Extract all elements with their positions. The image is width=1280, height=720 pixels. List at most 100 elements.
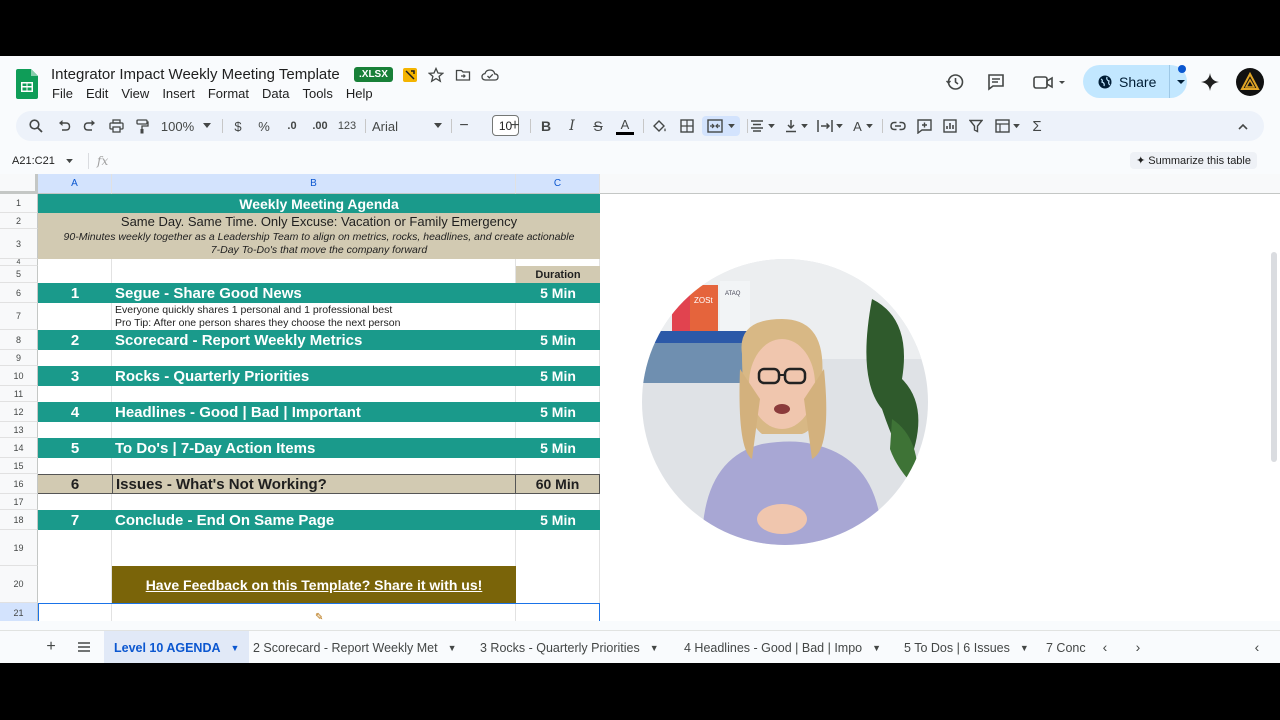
star-icon[interactable] bbox=[427, 66, 445, 84]
borders-icon[interactable] bbox=[677, 116, 697, 136]
menu-help[interactable]: Help bbox=[346, 86, 373, 101]
agenda-item-topic[interactable]: To Do's | 7-Day Action Items bbox=[112, 438, 516, 458]
text-color-icon[interactable]: A bbox=[615, 116, 635, 136]
agenda-item-topic[interactable]: Rocks - Quarterly Priorities bbox=[112, 366, 516, 386]
sheet-tab-level-10-agenda[interactable]: Level 10 AGENDA ▼ bbox=[104, 631, 250, 663]
row-header[interactable]: 8 bbox=[0, 330, 38, 350]
print-icon[interactable] bbox=[106, 116, 126, 136]
column-header-b[interactable]: B bbox=[112, 174, 516, 194]
sheet-tab-todos-issues[interactable]: 5 To Dos | 6 Issues ▼ bbox=[894, 631, 1039, 663]
agenda-item-number[interactable]: 2 bbox=[38, 330, 112, 350]
row-header[interactable]: 15 bbox=[0, 458, 38, 474]
meet-video-icon[interactable] bbox=[1030, 70, 1070, 94]
share-dropdown-icon[interactable] bbox=[1176, 77, 1186, 87]
select-all-corner[interactable] bbox=[0, 174, 38, 194]
agenda-item-duration[interactable]: 5 Min bbox=[516, 402, 600, 422]
cloud-saved-icon[interactable] bbox=[481, 66, 499, 84]
paint-format-icon[interactable] bbox=[132, 116, 152, 136]
duration-header[interactable]: Duration bbox=[516, 266, 600, 283]
agenda-item-number[interactable]: 3 bbox=[38, 366, 112, 386]
row-header[interactable]: 20 bbox=[0, 566, 38, 603]
decrease-decimal-button[interactable]: .0 bbox=[282, 116, 302, 136]
spreadsheet-grid[interactable]: A B C 1 2 3 4 5 6 7 8 9 10 11 12 13 14 1… bbox=[0, 174, 1280, 621]
decrease-font-size-icon[interactable]: − bbox=[457, 116, 471, 136]
row-header[interactable]: 4 bbox=[0, 259, 38, 266]
agenda-item-topic[interactable]: Headlines - Good | Bad | Important bbox=[112, 402, 516, 422]
agenda-item-topic[interactable]: Conclude - End On Same Page bbox=[112, 510, 516, 530]
row-header[interactable]: 12 bbox=[0, 402, 38, 422]
agenda-item-number[interactable]: 1 bbox=[38, 283, 112, 303]
row-header[interactable]: 1 bbox=[0, 194, 38, 213]
vertical-align-icon[interactable] bbox=[783, 116, 809, 136]
sheet-tab-rocks[interactable]: 3 Rocks - Quarterly Priorities ▼ bbox=[470, 631, 669, 663]
agenda-item-duration[interactable]: 5 Min bbox=[516, 283, 600, 303]
search-menus-icon[interactable] bbox=[26, 116, 46, 136]
row-header[interactable]: 19 bbox=[0, 530, 38, 566]
agenda-subtitle[interactable]: Same Day. Same Time. Only Excuse: Vacati… bbox=[38, 213, 600, 229]
account-avatar[interactable] bbox=[1236, 68, 1264, 96]
vertical-scrollbar[interactable] bbox=[1271, 252, 1277, 462]
agenda-item-duration[interactable]: 60 Min bbox=[516, 474, 600, 494]
redo-icon[interactable] bbox=[80, 116, 100, 136]
row-header[interactable]: 3 bbox=[0, 229, 38, 259]
summarize-table-button[interactable]: ✦ Summarize this table bbox=[1130, 152, 1257, 169]
row-header[interactable]: 21 bbox=[0, 603, 38, 621]
menu-data[interactable]: Data bbox=[262, 86, 289, 101]
menu-edit[interactable]: Edit bbox=[86, 86, 108, 101]
sheet-tab-headlines[interactable]: 4 Headlines - Good | Bad | Impo ▼ bbox=[674, 631, 891, 663]
row-header[interactable]: 10 bbox=[0, 366, 38, 386]
agenda-item-topic[interactable]: Segue - Share Good News bbox=[112, 283, 516, 303]
comments-icon[interactable] bbox=[984, 70, 1008, 94]
text-rotation-icon[interactable]: A bbox=[850, 116, 876, 136]
row-header[interactable]: 18 bbox=[0, 510, 38, 530]
row-header[interactable]: 6 bbox=[0, 283, 38, 303]
insert-chart-icon[interactable] bbox=[940, 116, 960, 136]
zoom-select[interactable]: 100% bbox=[160, 116, 212, 136]
row-header[interactable]: 14 bbox=[0, 438, 38, 458]
feedback-link[interactable]: Have Feedback on this Template? Share it… bbox=[112, 566, 516, 603]
row-header[interactable]: 16 bbox=[0, 474, 38, 494]
filter-icon[interactable] bbox=[966, 116, 986, 136]
strikethrough-icon[interactable]: S bbox=[589, 116, 607, 136]
functions-sigma-icon[interactable]: Σ bbox=[1028, 116, 1046, 136]
currency-format-button[interactable]: $ bbox=[230, 116, 246, 136]
percent-format-button[interactable]: % bbox=[256, 116, 272, 136]
scroll-tabs-left-icon[interactable]: ‹ bbox=[1096, 638, 1114, 656]
row-header[interactable]: 5 bbox=[0, 266, 38, 283]
share-button[interactable]: Share bbox=[1083, 65, 1187, 98]
increase-decimal-button[interactable]: .00 bbox=[308, 116, 332, 136]
segue-note[interactable]: Everyone quickly shares 1 personal and 1… bbox=[112, 303, 516, 330]
sheet-tab-conclude[interactable]: 7 Conc bbox=[1036, 631, 1088, 663]
agenda-item-number[interactable]: 4 bbox=[38, 402, 112, 422]
agenda-description[interactable]: 90-Minutes weekly together as a Leadersh… bbox=[38, 229, 600, 259]
filter-views-icon[interactable] bbox=[992, 116, 1022, 136]
merge-cells-button[interactable] bbox=[702, 116, 740, 136]
row-header[interactable]: 9 bbox=[0, 350, 38, 366]
agenda-item-number[interactable]: 7 bbox=[38, 510, 112, 530]
horizontal-align-icon[interactable] bbox=[749, 116, 775, 136]
menu-file[interactable]: File bbox=[52, 86, 73, 101]
insert-comment-icon[interactable] bbox=[914, 116, 934, 136]
explore-panel-toggle-icon[interactable]: ‹ bbox=[1248, 638, 1266, 656]
agenda-item-duration[interactable]: 5 Min bbox=[516, 510, 600, 530]
move-folder-icon[interactable] bbox=[454, 66, 472, 84]
undo-icon[interactable] bbox=[54, 116, 74, 136]
agenda-title[interactable]: Weekly Meeting Agenda bbox=[38, 194, 600, 213]
document-title[interactable]: Integrator Impact Weekly Meeting Templat… bbox=[51, 66, 340, 83]
sheet-tab-scorecard[interactable]: 2 Scorecard - Report Weekly Met ▼ bbox=[243, 631, 466, 663]
agenda-item-duration[interactable]: 5 Min bbox=[516, 366, 600, 386]
row-header[interactable]: 13 bbox=[0, 422, 38, 438]
all-sheets-menu-icon[interactable] bbox=[75, 638, 93, 656]
scroll-tabs-right-icon[interactable]: › bbox=[1129, 638, 1147, 656]
insert-link-icon[interactable] bbox=[888, 116, 908, 136]
column-header-a[interactable]: A bbox=[38, 174, 112, 194]
increase-font-size-icon[interactable]: + bbox=[508, 116, 522, 136]
italic-icon[interactable]: I bbox=[563, 116, 581, 136]
row-header[interactable]: 11 bbox=[0, 386, 38, 402]
collapse-menu-chevron-icon[interactable] bbox=[1234, 116, 1252, 136]
text-wrapping-icon[interactable] bbox=[816, 116, 844, 136]
menu-insert[interactable]: Insert bbox=[162, 86, 195, 101]
name-box[interactable]: A21:C21 bbox=[12, 155, 73, 167]
version-history-icon[interactable] bbox=[943, 70, 967, 94]
menu-tools[interactable]: Tools bbox=[302, 86, 332, 101]
